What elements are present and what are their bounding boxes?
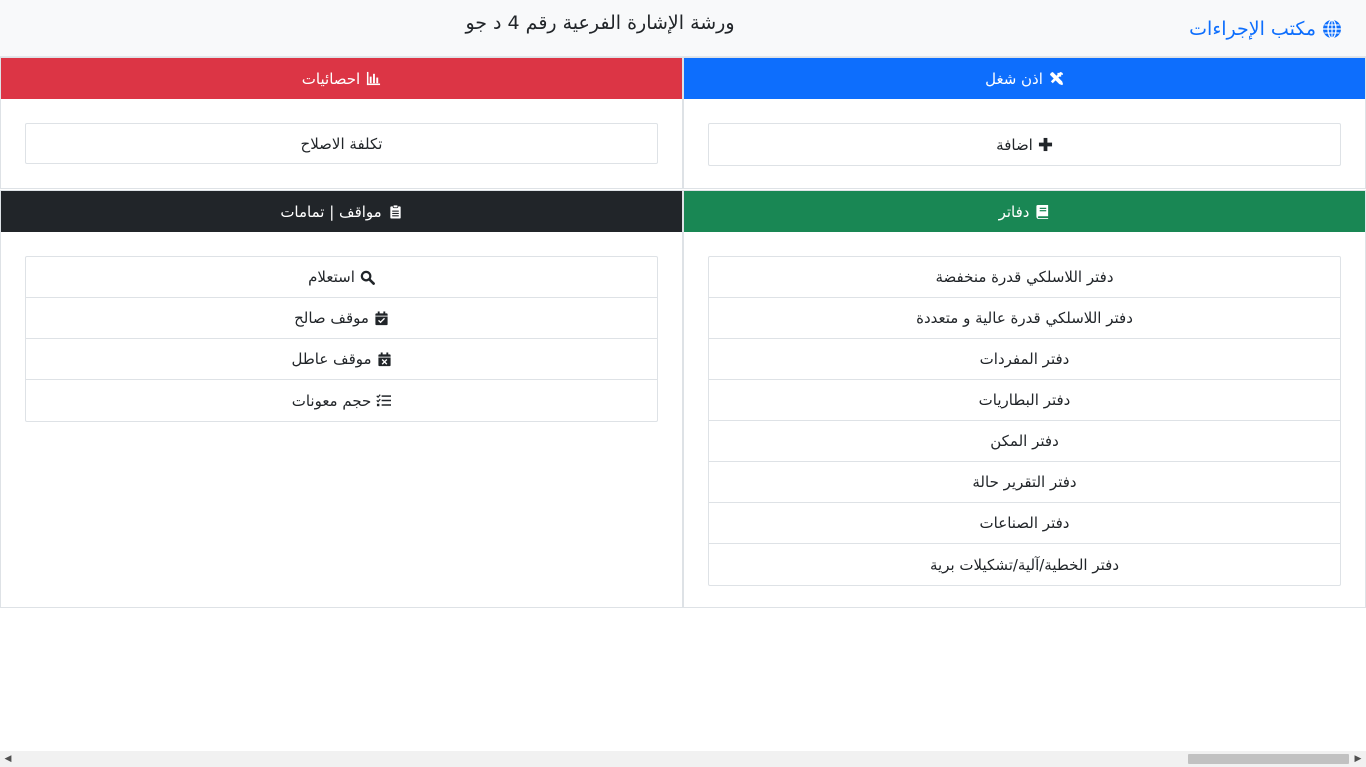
statuses-panel: مواقف | تمامات استعلام موقف صالح موقف عا…: [0, 190, 683, 608]
page-title: ورشة الإشارة الفرعية رقم 4 د جو: [465, 12, 735, 34]
statuses-list: استعلام موقف صالح موقف عاطل حجم معونات: [25, 256, 658, 422]
ledger-item-label: دفتر البطاريات: [978, 391, 1071, 409]
ledger-item-label: دفتر الخطية/آلية/تشكيلات برية: [930, 555, 1120, 574]
statuses-title: مواقف | تمامات: [280, 202, 382, 221]
statistics-header: احصائيات: [1, 58, 682, 99]
statuses-header: مواقف | تمامات: [1, 191, 682, 232]
ledger-item-wireless-low[interactable]: دفتر اللاسلكي قدرة منخفضة: [709, 257, 1340, 298]
ledger-item-label: دفتر التقرير حالة: [972, 473, 1077, 491]
aid-volume-link[interactable]: حجم معونات: [26, 380, 657, 421]
ledger-item-label: دفتر المفردات: [979, 350, 1070, 368]
calendar-x-icon: [377, 351, 391, 366]
aid-volume-label: حجم معونات: [291, 391, 372, 410]
statistics-panel: احصائيات تكلفة الاصلاح: [0, 57, 683, 189]
horizontal-scrollbar[interactable]: ◀ ▶: [0, 751, 1366, 767]
ledger-item-label: دفتر الصناعات: [979, 514, 1070, 532]
ledger-item-formations[interactable]: دفتر الخطية/آلية/تشكيلات برية: [709, 544, 1340, 585]
scroll-left-arrow-icon[interactable]: ◀: [0, 751, 16, 767]
ledger-item-status-report[interactable]: دفتر التقرير حالة: [709, 462, 1340, 503]
add-button[interactable]: اضافة: [709, 124, 1340, 165]
plus-icon: [1038, 137, 1052, 152]
calendar-check-icon: [375, 310, 388, 325]
scroll-right-arrow-icon[interactable]: ▶: [1350, 751, 1366, 767]
work-permit-header: اذن شغل: [684, 58, 1365, 99]
valid-status-link[interactable]: موقف صالح: [26, 298, 657, 339]
statistics-list: تكلفة الاصلاح: [25, 123, 658, 164]
tools-icon: [1049, 71, 1063, 86]
repair-cost-link[interactable]: تكلفة الاصلاح: [26, 124, 657, 163]
ledgers-panel: دفاتر دفتر اللاسلكي قدرة منخفضة دفتر الل…: [683, 190, 1366, 608]
add-label: اضافة: [996, 135, 1033, 154]
ledger-item-vocabulary[interactable]: دفتر المفردات: [709, 339, 1340, 380]
chart-icon: [367, 71, 381, 86]
ledgers-header: دفاتر: [684, 191, 1365, 232]
book-icon: [1036, 204, 1049, 219]
inquiry-link[interactable]: استعلام: [26, 257, 657, 298]
clipboard-icon: [390, 204, 401, 219]
ledger-item-industries[interactable]: دفتر الصناعات: [709, 503, 1340, 544]
valid-status-label: موقف صالح: [294, 309, 369, 327]
list-check-icon: [376, 394, 392, 407]
search-icon: [360, 270, 375, 285]
ledger-item-label: دفتر المكن: [990, 432, 1059, 450]
ledger-item-label: دفتر اللاسلكي قدرة منخفضة: [935, 268, 1114, 286]
ledger-item-label: دفتر اللاسلكي قدرة عالية و متعددة: [916, 309, 1133, 327]
brand-label: مكتب الإجراءات: [1189, 18, 1316, 40]
repair-cost-label: تكلفة الاصلاح: [300, 134, 383, 153]
work-permit-list: اضافة: [708, 123, 1341, 166]
ledgers-title: دفاتر: [998, 202, 1030, 221]
statistics-title: احصائيات: [301, 69, 361, 88]
broken-status-label: موقف عاطل: [291, 350, 372, 368]
work-permit-title: اذن شغل: [985, 69, 1043, 88]
top-navbar: مكتب الإجراءات ورشة الإشارة الفرعية رقم …: [0, 0, 1366, 57]
ledger-item-wireless-high[interactable]: دفتر اللاسلكي قدرة عالية و متعددة: [709, 298, 1340, 339]
globe-icon: [1323, 19, 1341, 39]
ledgers-list: دفتر اللاسلكي قدرة منخفضة دفتر اللاسلكي …: [708, 256, 1341, 586]
brand-link[interactable]: مكتب الإجراءات: [1189, 14, 1342, 44]
work-permit-panel: اذن شغل اضافة: [683, 57, 1366, 189]
ledger-item-batteries[interactable]: دفتر البطاريات: [709, 380, 1340, 421]
ledger-item-machines[interactable]: دفتر المكن: [709, 421, 1340, 462]
broken-status-link[interactable]: موقف عاطل: [26, 339, 657, 380]
scrollbar-thumb[interactable]: [1188, 754, 1349, 764]
inquiry-label: استعلام: [308, 268, 355, 286]
